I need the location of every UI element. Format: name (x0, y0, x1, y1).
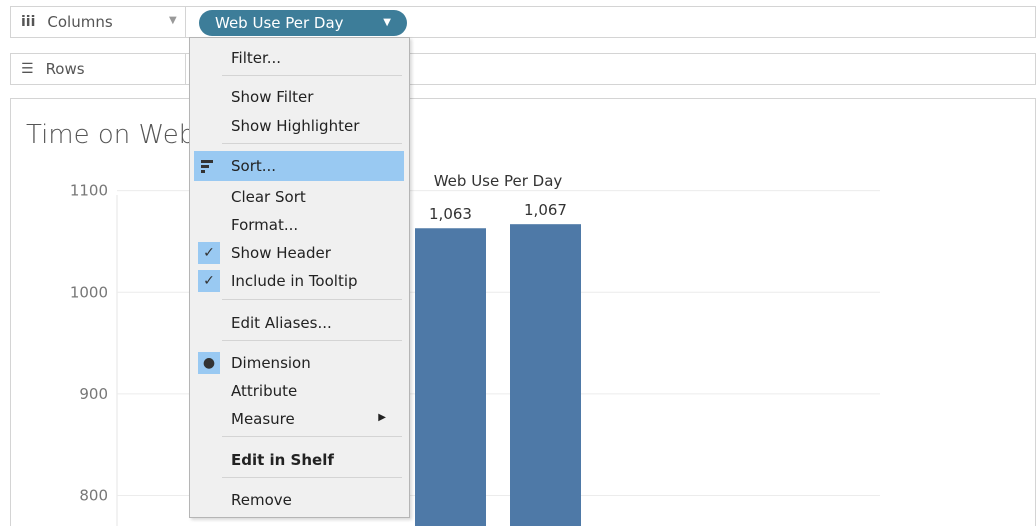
menu-item-dimension[interactable]: ● Dimension (194, 348, 404, 378)
pill-context-menu: Filter... Show Filter Show Highlighter S… (189, 37, 410, 518)
menu-item-show-header-label: Show Header (231, 244, 331, 262)
menu-item-remove[interactable]: Remove (194, 485, 404, 515)
menu-separator (222, 436, 402, 437)
menu-item-sort[interactable]: Sort... (194, 151, 404, 181)
menu-item-clear-sort[interactable]: Clear Sort (194, 182, 404, 212)
menu-item-attribute-label: Attribute (231, 382, 298, 400)
y-tick-label: 800 (79, 487, 108, 505)
column-header[interactable]: Web Use Per Day (434, 172, 563, 190)
menu-item-filter[interactable]: Filter... (194, 43, 404, 73)
menu-item-edit-aliases[interactable]: Edit Aliases... (194, 308, 404, 338)
submenu-arrow-icon: ▶ (378, 412, 386, 423)
check-icon: ✓ (198, 270, 220, 292)
sort-icon (201, 160, 213, 173)
menu-item-edit-in-shelf[interactable]: Edit in Shelf (194, 445, 404, 475)
menu-separator (222, 143, 402, 144)
sheet-title: Time on Web (26, 120, 196, 150)
menu-item-include-in-tooltip[interactable]: ✓ Include in Tooltip (194, 266, 404, 296)
menu-item-edit-in-shelf-label: Edit in Shelf (231, 451, 334, 469)
bar-value-label: 1,063 (429, 205, 472, 223)
bar-chart: 800 900 1000 1100 1,063 1,067 Web Use Per Da… (70, 172, 880, 526)
menu-item-show-filter[interactable]: Show Filter (194, 82, 404, 112)
bar[interactable] (415, 228, 486, 526)
menu-separator (222, 75, 402, 76)
menu-item-remove-label: Remove (231, 491, 292, 509)
y-tick-label: 1000 (70, 283, 108, 301)
bar-value-label: 1,067 (524, 201, 567, 219)
menu-item-show-filter-label: Show Filter (231, 88, 314, 106)
menu-item-attribute[interactable]: Attribute (194, 376, 404, 406)
bullet-icon: ● (198, 352, 220, 374)
menu-item-show-highlighter[interactable]: Show Highlighter (194, 111, 404, 141)
menu-item-edit-aliases-label: Edit Aliases... (231, 314, 332, 332)
menu-item-sort-label: Sort... (231, 157, 277, 175)
menu-item-format-label: Format... (231, 216, 299, 234)
menu-item-show-highlighter-label: Show Highlighter (231, 117, 360, 135)
menu-item-show-header[interactable]: ✓ Show Header (194, 238, 404, 268)
menu-separator (222, 299, 402, 300)
check-icon: ✓ (198, 242, 220, 264)
y-tick-label: 900 (79, 385, 108, 403)
menu-item-filter-label: Filter... (231, 49, 282, 67)
menu-item-format[interactable]: Format... (194, 210, 404, 240)
menu-separator (222, 340, 402, 341)
bar[interactable] (510, 224, 581, 526)
menu-separator (222, 477, 402, 478)
menu-item-measure-label: Measure (231, 410, 295, 428)
y-tick-label: 1100 (70, 182, 108, 200)
menu-item-clear-sort-label: Clear Sort (231, 188, 306, 206)
menu-item-measure[interactable]: Measure ▶ (194, 404, 404, 434)
menu-item-include-in-tooltip-label: Include in Tooltip (231, 272, 358, 290)
menu-item-dimension-label: Dimension (231, 354, 311, 372)
